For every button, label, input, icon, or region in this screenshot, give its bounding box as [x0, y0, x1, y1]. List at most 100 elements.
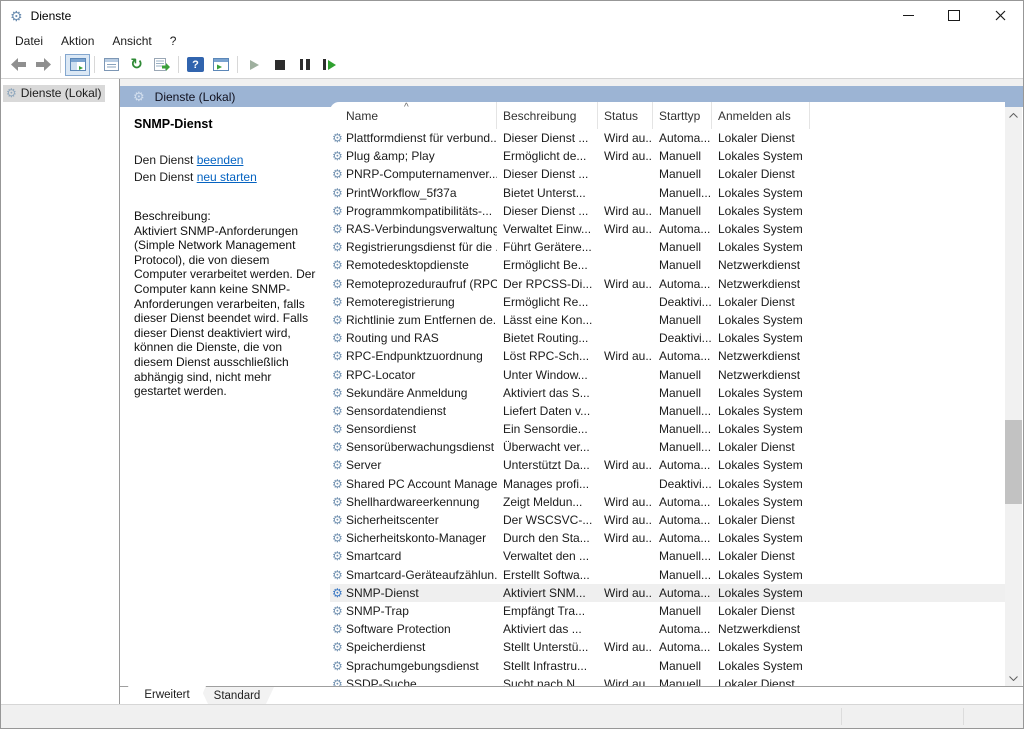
service-description-cell: Aktiviert SNM... — [503, 585, 586, 600]
table-row[interactable]: ⚙ RPC-Locator Unter Window... Manuell Ne… — [330, 365, 1005, 383]
restart-service-button[interactable] — [317, 54, 342, 76]
service-name-cell: ⚙ RPC-Endpunktzuordnung — [330, 349, 497, 363]
table-row[interactable]: ⚙ PNRP-Computernamenver... Dieser Dienst… — [330, 165, 1005, 183]
service-logon-cell: Lokales System — [718, 312, 803, 327]
table-row[interactable]: ⚙ Remotedesktopdienste Ermöglicht Be... … — [330, 256, 1005, 274]
table-row[interactable]: ⚙ Remoteprozeduraufruf (RPC) Der RPCSS-D… — [330, 275, 1005, 293]
table-row[interactable]: ⚙ Shellhardwareerkennung Zeigt Meldun...… — [330, 493, 1005, 511]
properties-button[interactable] — [99, 54, 124, 76]
start-service-button[interactable] — [242, 54, 267, 76]
column-header-beschreibung[interactable]: Beschreibung — [497, 102, 598, 129]
service-gear-icon: ⚙ — [332, 276, 343, 291]
service-gear-icon: ⚙ — [332, 167, 343, 182]
service-name-cell: ⚙ Plug &amp; Play — [330, 149, 497, 163]
table-row[interactable]: ⚙ Richtlinie zum Entfernen de... Lässt e… — [330, 311, 1005, 329]
service-description-cell: Verwaltet den ... — [503, 549, 590, 564]
table-row[interactable]: ⚙ Sensorüberwachungsdienst Überwacht ver… — [330, 438, 1005, 456]
service-name: Plug &amp; Play — [346, 149, 435, 164]
back-button[interactable] — [6, 54, 31, 76]
table-row[interactable]: ⚙ Registrierungsdienst für die ... Führt… — [330, 238, 1005, 256]
table-row[interactable]: ⚙ Speicherdienst Stellt Unterstü... Wird… — [330, 638, 1005, 656]
maximize-button[interactable] — [931, 1, 977, 30]
service-startup-cell: Manuell — [659, 258, 702, 273]
help-button[interactable]: ? — [183, 54, 208, 76]
stop-service-link[interactable]: beenden — [197, 153, 244, 167]
service-name-cell: ⚙ Sekundäre Anmeldung — [330, 386, 497, 400]
service-name: RPC-Endpunktzuordnung — [346, 349, 483, 364]
main-panel: ⚙ Dienste (Lokal) SNMP-Dienst Den Dienst… — [120, 79, 1023, 705]
table-row[interactable]: ⚙ Smartcard-Geräteaufzählun... Erstellt … — [330, 566, 1005, 584]
table-row[interactable]: ⚙ Remoteregistrierung Ermöglicht Re... D… — [330, 293, 1005, 311]
menu-help[interactable]: ? — [161, 32, 186, 50]
service-logon-cell: Lokales System — [718, 422, 803, 437]
tab-standard[interactable]: Standard — [200, 687, 274, 704]
service-name-cell: ⚙ Richtlinie zum Entfernen de... — [330, 313, 497, 327]
scroll-down-button[interactable] — [1005, 671, 1022, 686]
service-name: Sekundäre Anmeldung — [346, 385, 468, 400]
table-row[interactable]: ⚙ Sprachumgebungsdienst Stellt Infrastru… — [330, 656, 1005, 674]
service-name: Sicherheitskonto-Manager — [346, 531, 487, 546]
table-row[interactable]: ⚙ Shared PC Account Manager Manages prof… — [330, 475, 1005, 493]
table-row[interactable]: ⚙ Sicherheitskonto-Manager Durch den Sta… — [330, 529, 1005, 547]
restart-service-link[interactable]: neu starten — [197, 170, 257, 184]
service-gear-icon: ⚙ — [332, 640, 343, 655]
table-row[interactable]: ⚙ Plug &amp; Play Ermöglicht de... Wird … — [330, 147, 1005, 165]
menu-ansicht[interactable]: Ansicht — [103, 32, 160, 50]
service-startup-cell: Manuell — [659, 603, 702, 618]
table-row[interactable]: ⚙ Software Protection Aktiviert das ... … — [330, 620, 1005, 638]
service-status-cell: Wird au... — [604, 131, 653, 146]
forward-button[interactable] — [31, 54, 56, 76]
toolbar: ↻ ? — [1, 51, 1023, 79]
stop-service-button[interactable] — [267, 54, 292, 76]
table-row[interactable]: ⚙ Programmkompatibilitäts-... Dieser Die… — [330, 202, 1005, 220]
table-row[interactable]: ⚙ Routing und RAS Bietet Routing... Deak… — [330, 329, 1005, 347]
service-startup-cell: Manuell — [659, 240, 702, 255]
table-row[interactable]: ⚙ Smartcard Verwaltet den ... Manuell...… — [330, 547, 1005, 565]
table-row[interactable]: ⚙ RPC-Endpunktzuordnung Löst RPC-Sch... … — [330, 347, 1005, 365]
menu-datei[interactable]: Datei — [6, 32, 52, 50]
close-button[interactable] — [977, 1, 1023, 30]
table-row[interactable]: ⚙ Sekundäre Anmeldung Aktiviert das S...… — [330, 384, 1005, 402]
service-name-cell: ⚙ Shellhardwareerkennung — [330, 495, 497, 509]
service-name: Plattformdienst für verbund... — [346, 131, 497, 146]
refresh-button[interactable]: ↻ — [124, 54, 149, 76]
table-row[interactable]: ⚙ SNMP-Dienst Aktiviert SNM... Wird au..… — [330, 583, 1005, 602]
tree-item-dienste-lokal[interactable]: ⚙ Dienste (Lokal) — [3, 85, 106, 102]
table-row[interactable]: ⚙ Plattformdienst für verbund... Dieser … — [330, 129, 1005, 147]
table-row[interactable]: ⚙ Sensordatendienst Liefert Daten v... M… — [330, 402, 1005, 420]
show-action-pane-button[interactable] — [208, 54, 233, 76]
table-row[interactable]: ⚙ Sensordienst Ein Sensordie... Manuell.… — [330, 420, 1005, 438]
export-list-button[interactable] — [149, 54, 174, 76]
minimize-button[interactable] — [885, 1, 931, 30]
scroll-up-button[interactable] — [1005, 108, 1022, 123]
service-gear-icon: ⚙ — [332, 603, 343, 618]
show-console-tree-button[interactable] — [65, 53, 90, 76]
table-row[interactable]: ⚙ RAS-Verbindungsverwaltung Verwaltet Ei… — [330, 220, 1005, 238]
service-description-cell: Durch den Sta... — [503, 531, 590, 546]
service-description-cell: Liefert Daten v... — [503, 403, 591, 418]
column-header-status[interactable]: Status — [598, 102, 653, 129]
table-row[interactable]: ⚙ SNMP-Trap Empfängt Tra... Manuell Loka… — [330, 602, 1005, 620]
service-description-cell: Aktiviert das S... — [503, 385, 590, 400]
service-logon-cell: Lokaler Dienst — [718, 513, 795, 528]
toolbar-separator — [94, 56, 95, 73]
service-logon-cell: Lokales System — [718, 222, 803, 237]
service-startup-cell: Automa... — [659, 458, 711, 473]
table-row[interactable]: ⚙ Server Unterstützt Da... Wird au... Au… — [330, 456, 1005, 474]
service-logon-cell: Netzwerkdienst — [718, 276, 801, 291]
menu-aktion[interactable]: Aktion — [52, 32, 103, 50]
column-header-anmelden-als[interactable]: Anmelden als — [712, 102, 810, 129]
column-header-starttyp[interactable]: Starttyp — [653, 102, 712, 129]
service-gear-icon: ⚙ — [332, 367, 343, 382]
tab-erweitert[interactable]: Erweitert — [128, 686, 206, 704]
column-header-name[interactable]: Name — [330, 102, 497, 129]
service-name: Registrierungsdienst für die ... — [346, 240, 497, 255]
service-description-cell: Stellt Infrastru... — [503, 658, 588, 673]
service-name: Shellhardwareerkennung — [346, 494, 480, 509]
scrollbar-thumb[interactable] — [1005, 420, 1022, 505]
vertical-scrollbar[interactable] — [1005, 107, 1022, 687]
pause-service-button[interactable] — [292, 54, 317, 76]
table-row[interactable]: ⚙ PrintWorkflow_5f37a Bietet Unterst... … — [330, 184, 1005, 202]
table-row[interactable]: ⚙ Sicherheitscenter Der WSCSVC-... Wird … — [330, 511, 1005, 529]
service-name: Shared PC Account Manager — [346, 476, 497, 491]
